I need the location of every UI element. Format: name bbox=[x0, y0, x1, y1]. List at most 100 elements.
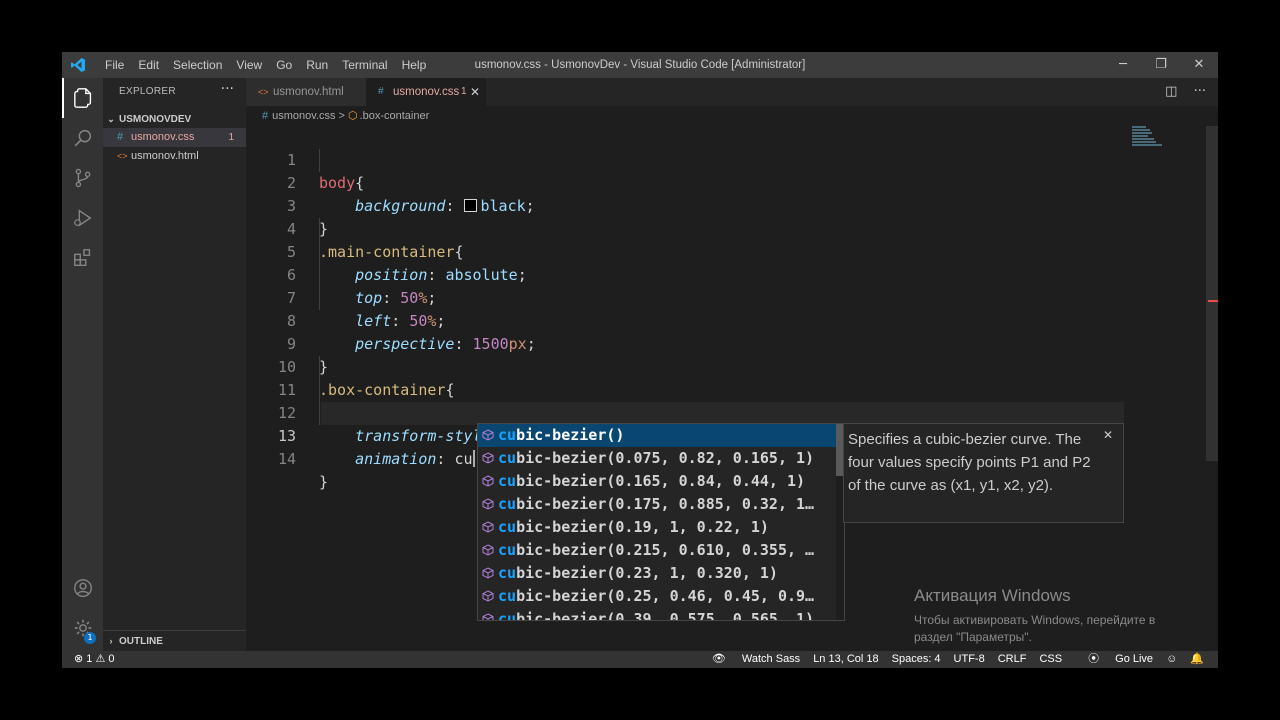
tab-label: usmonov.html bbox=[273, 86, 344, 98]
go-live-label: Go Live bbox=[1115, 653, 1154, 665]
breadcrumb-symbol[interactable]: .box-container bbox=[360, 110, 430, 122]
value-cube-icon bbox=[482, 613, 494, 620]
explorer-activity[interactable] bbox=[62, 78, 103, 118]
code-line: 12 transform-style: preserve-3d; bbox=[246, 379, 1126, 445]
bell-icon[interactable]: 🔔 bbox=[1190, 651, 1204, 668]
value-cube-icon bbox=[482, 498, 494, 510]
extensions-activity[interactable] bbox=[62, 238, 103, 278]
error-icon: ⊗ bbox=[74, 653, 84, 665]
feedback-icon[interactable]: ☺ bbox=[1166, 651, 1177, 668]
settings-badge: 1 bbox=[84, 632, 96, 644]
suggestion-match: cu bbox=[498, 449, 517, 467]
suggestion-item[interactable]: cubic-bezier() bbox=[478, 424, 844, 447]
suggestion-item[interactable]: cubic-bezier(0.075, 0.82, 0.165, 1) bbox=[478, 447, 844, 470]
title-bar: File Edit Selection View Go Run Terminal… bbox=[62, 52, 1218, 78]
suggestion-label: bic-bezier(0.39, 0.575, 0.565, 1) bbox=[516, 610, 815, 621]
suggestion-match: cu bbox=[498, 564, 517, 582]
source-control-activity[interactable] bbox=[62, 158, 103, 198]
menu-edit[interactable]: Edit bbox=[131, 52, 166, 78]
typed-value-token: cu bbox=[454, 450, 473, 468]
menu-help[interactable]: Help bbox=[395, 52, 434, 78]
activation-text: Чтобы активировать Windows, перейдите в … bbox=[914, 613, 1156, 644]
suggestion-item[interactable]: cubic-bezier(0.165, 0.84, 0.44, 1) bbox=[478, 470, 844, 493]
suggestion-item[interactable]: cubic-bezier(0.215, 0.610, 0.355, … bbox=[478, 539, 844, 562]
editor-tabs: <> usmonov.html # usmonov.css 1 ✕ ◫ ··· bbox=[246, 78, 1218, 106]
value-cube-icon bbox=[482, 429, 494, 441]
css-file-icon: # bbox=[262, 110, 269, 122]
code-line: 2 background: black; bbox=[246, 149, 1126, 215]
vscode-window: File Edit Selection View Go Run Terminal… bbox=[62, 52, 1218, 668]
editor-more-button[interactable]: ··· bbox=[1194, 84, 1206, 99]
split-editor-icon[interactable]: ◫ bbox=[1165, 84, 1177, 99]
encoding[interactable]: UTF-8 bbox=[954, 651, 985, 668]
suggestion-label: bic-bezier(0.23, 1, 0.320, 1) bbox=[516, 564, 778, 582]
watch-sass-button[interactable]: 👁 Watch Sass bbox=[699, 651, 800, 668]
suggestion-item[interactable]: cubic-bezier(0.23, 1, 0.320, 1) bbox=[478, 562, 844, 585]
suggest-details-text: Specifies a cubic-bezier curve. The four… bbox=[848, 431, 1091, 494]
manage-activity[interactable]: 1 bbox=[62, 608, 103, 648]
vscode-logo-icon bbox=[71, 58, 85, 72]
close-details-icon[interactable]: ✕ bbox=[1103, 428, 1113, 442]
suggestion-match: cu bbox=[498, 495, 517, 513]
breadcrumb-separator: > bbox=[338, 110, 345, 122]
menu-selection[interactable]: Selection bbox=[166, 52, 229, 78]
menu-terminal[interactable]: Terminal bbox=[335, 52, 394, 78]
file-item-usmonov-css[interactable]: # usmonov.css 1 bbox=[103, 128, 246, 147]
warning-count: 0 bbox=[108, 653, 115, 665]
end-of-line[interactable]: CRLF bbox=[998, 651, 1027, 668]
accounts-activity[interactable] bbox=[62, 568, 103, 608]
editor-scrollbar[interactable] bbox=[1206, 126, 1218, 461]
suggestion-item[interactable]: cubic-bezier(0.175, 0.885, 0.32, 1… bbox=[478, 493, 844, 516]
html-file-icon: <> bbox=[117, 151, 128, 161]
run-debug-activity[interactable] bbox=[62, 198, 103, 238]
value-cube-icon bbox=[482, 544, 494, 556]
suggestion-item[interactable]: cubic-bezier(0.25, 0.46, 0.45, 0.9… bbox=[478, 585, 844, 608]
activation-title: Активация Windows bbox=[914, 586, 1071, 605]
suggestion-item[interactable]: cubic-bezier(0.19, 1, 0.22, 1) bbox=[478, 516, 844, 539]
outline-title: OUTLINE bbox=[119, 636, 163, 647]
breadcrumb: # usmonov.css > ⬡ .box-container bbox=[262, 107, 429, 125]
file-item-usmonov-html[interactable]: <> usmonov.html bbox=[103, 147, 246, 166]
windows-activation-watermark: Активация Windows Чтобы активировать Win… bbox=[914, 586, 1184, 646]
problems-status[interactable]: ⊗ 1 ⚠ 0 bbox=[74, 651, 115, 668]
menu-go[interactable]: Go bbox=[269, 52, 299, 78]
menu-run[interactable]: Run bbox=[299, 52, 335, 78]
language-mode[interactable]: CSS bbox=[1039, 651, 1062, 668]
minimize-button[interactable]: ─ bbox=[1104, 52, 1142, 78]
suggest-details: Specifies a cubic-bezier curve. The four… bbox=[843, 423, 1124, 523]
brace-token: } bbox=[319, 473, 329, 491]
restore-button[interactable]: ❐ bbox=[1142, 52, 1180, 78]
line-number: 14 bbox=[277, 450, 296, 468]
code-line: 6 top: 50%; bbox=[246, 241, 1126, 307]
minimap[interactable] bbox=[1132, 126, 1164, 150]
menu-file[interactable]: File bbox=[98, 52, 131, 78]
tab-usmonov-html[interactable]: <> usmonov.html bbox=[246, 78, 366, 106]
tab-usmonov-css[interactable]: # usmonov.css 1 ✕ bbox=[366, 78, 486, 106]
symbol-class-icon: ⬡ bbox=[347, 110, 358, 122]
status-right: 👁 Watch Sass Ln 13, Col 18 Spaces: 4 UTF… bbox=[686, 651, 1204, 668]
breadcrumb-file[interactable]: usmonov.css bbox=[272, 110, 335, 122]
explorer-title: EXPLORER bbox=[119, 86, 176, 97]
chevron-right-icon: › bbox=[109, 636, 113, 646]
go-live-button[interactable]: ⦿ Go Live bbox=[1075, 651, 1153, 668]
indentation[interactable]: Spaces: 4 bbox=[892, 651, 941, 668]
problem-count: 1 bbox=[228, 132, 234, 143]
files-icon bbox=[73, 88, 91, 108]
activity-bar: 1 bbox=[62, 78, 103, 651]
explorer-more-button[interactable]: ··· bbox=[221, 81, 234, 97]
search-activity[interactable] bbox=[62, 118, 103, 158]
cursor-position[interactable]: Ln 13, Col 18 bbox=[813, 651, 878, 668]
menu-view[interactable]: View bbox=[229, 52, 269, 78]
suggestion-label: bic-bezier(0.165, 0.84, 0.44, 1) bbox=[516, 472, 806, 490]
warning-icon: ⚠ bbox=[95, 653, 106, 665]
workspace-folder[interactable]: ⌄ USMONOVDEV bbox=[103, 110, 246, 128]
outline-section[interactable]: › OUTLINE bbox=[103, 630, 246, 652]
close-window-button[interactable]: ✕ bbox=[1180, 52, 1218, 78]
window-controls: ─ ❐ ✕ bbox=[1104, 52, 1218, 78]
suggestion-item[interactable]: cubic-bezier(0.39, 0.575, 0.565, 1) bbox=[478, 608, 844, 621]
code-line: 8 perspective: 1500px; bbox=[246, 287, 1126, 353]
value-cube-icon bbox=[482, 567, 494, 579]
suggestion-label: bic-bezier() bbox=[516, 426, 625, 444]
close-tab-icon[interactable]: ✕ bbox=[470, 78, 480, 106]
html-file-icon: <> bbox=[258, 87, 269, 97]
